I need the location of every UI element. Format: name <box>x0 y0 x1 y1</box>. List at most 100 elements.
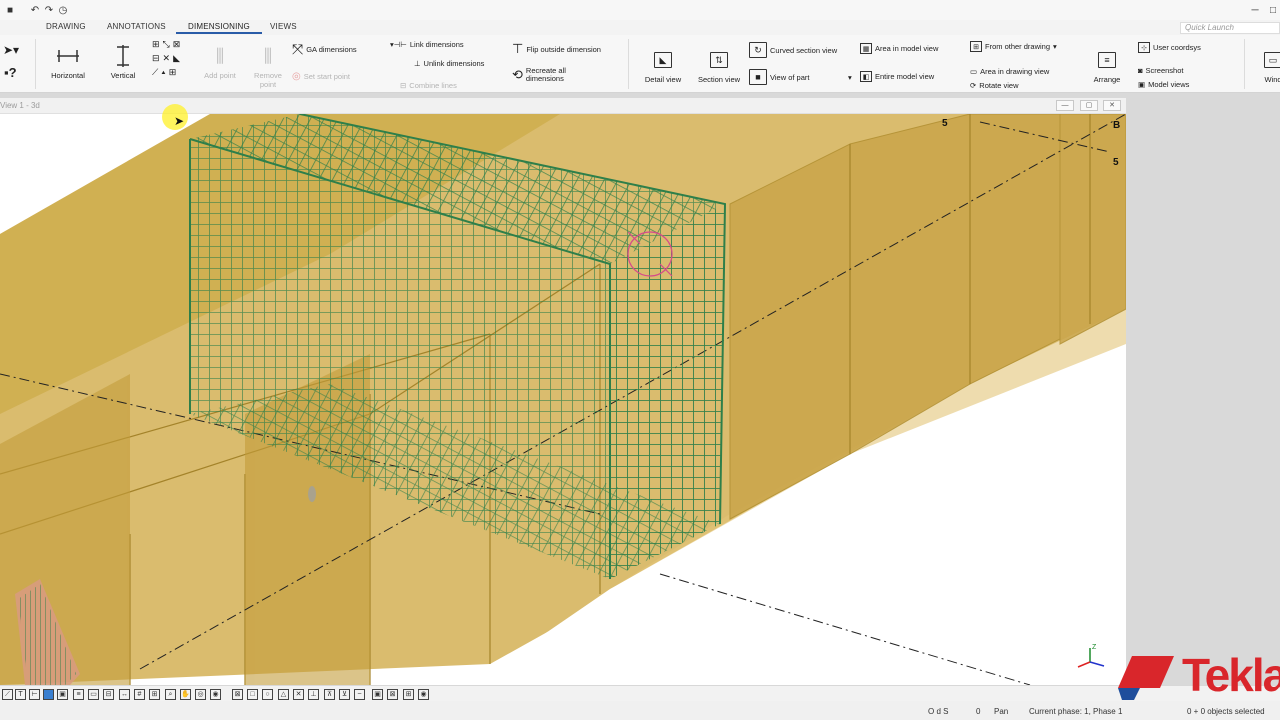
rotate-view-label: Rotate view <box>979 81 1019 90</box>
model-views-icon: ▣ <box>1138 80 1146 89</box>
unlink-dimensions-button[interactable]: ⊥ Unlink dimensions <box>414 59 484 68</box>
status-phase: Current phase: 1, Phase 1 <box>1029 707 1123 716</box>
view-close-button[interactable]: ✕ <box>1103 100 1121 111</box>
user-coordsys-button[interactable]: ⊹ User coordsys <box>1138 42 1201 53</box>
visibility-eye-icon[interactable]: ◉ <box>418 689 429 700</box>
from-other-drawing-button[interactable]: ⊞ From other drawing ▾ <box>970 41 1057 52</box>
dimension-tools-row-2[interactable]: ⊟✕◣ <box>152 53 183 64</box>
undo-icon[interactable]: ↶ <box>28 3 42 17</box>
combine-lines-button[interactable]: ⊟ Combine lines <box>400 81 457 90</box>
entire-model-view-label: Entire model view <box>875 72 935 81</box>
history-icon[interactable]: ◷ <box>56 3 70 17</box>
add-point-button[interactable]: ⫼ Add point <box>199 41 241 81</box>
quick-launch-input[interactable]: Quick Launch <box>1180 22 1280 34</box>
area-drawing-icon: ▭ <box>970 67 978 76</box>
rotate-view-button[interactable]: ⟳ Rotate view <box>970 81 1018 90</box>
horizontal-measure-icon[interactable]: ↔ <box>119 689 130 700</box>
vertical-button[interactable]: Vertical <box>106 41 140 80</box>
chevron-down-icon: ▾ <box>1053 42 1057 51</box>
text-tool-icon[interactable]: T <box>15 689 26 700</box>
entire-model-view-button[interactable]: ◧ Entire model view <box>860 71 934 82</box>
area-in-model-view-button[interactable]: ▦ Area in model view <box>860 43 938 54</box>
link-dimensions-button[interactable]: ▾⊣⊢ Link dimensions <box>390 40 464 49</box>
snap-line-icon[interactable]: ⊼ <box>324 689 335 700</box>
view-of-part-button[interactable]: ■ View of part <box>749 69 809 85</box>
snap-reference-icon[interactable]: ⊠ <box>232 689 243 700</box>
windows-icon: ▭ <box>1264 45 1280 75</box>
remove-point-button[interactable]: ⫼ Remove point <box>250 41 286 90</box>
area-in-drawing-view-button[interactable]: ▭ Area in drawing view <box>970 67 1049 76</box>
drawing-view-3d[interactable]: 5 B 5 Z <box>0 114 1126 685</box>
snap-part-icon[interactable]: ⊠ <box>387 689 398 700</box>
vertical-label: Vertical <box>110 71 136 80</box>
select-tool-icon[interactable]: ➤▾ <box>3 43 19 57</box>
snap-intersection-icon[interactable]: ✕ <box>293 689 304 700</box>
tab-annotations[interactable]: ANNOTATIONS <box>107 22 166 31</box>
snap-grid-icon[interactable]: ⊞ <box>403 689 414 700</box>
screenshot-button[interactable]: ◙ Screenshot <box>1138 66 1183 75</box>
user-coordsys-label: User coordsys <box>1153 43 1201 52</box>
view-restore-button[interactable]: ▢ <box>1080 100 1098 111</box>
fill-tool-icon[interactable] <box>43 689 54 700</box>
dimension-tools-row-3[interactable]: ⟋▴⊞ <box>152 67 179 78</box>
redo-icon[interactable]: ↷ <box>42 3 56 17</box>
tekla-logo: Tekla <box>1118 649 1280 702</box>
entire-model-icon: ◧ <box>860 71 872 82</box>
svg-text:Z: Z <box>1092 644 1097 651</box>
maximize-button[interactable]: □ <box>1266 3 1280 17</box>
ga-dimensions-button[interactable]: ⤧ GA dimensions <box>292 41 357 58</box>
curved-section-view-label: Curved section view <box>770 45 838 55</box>
snap-plane-icon[interactable]: ▣ <box>372 689 383 700</box>
other-drawing-icon: ⊞ <box>970 41 982 52</box>
help-icon[interactable]: ▪? <box>4 65 17 80</box>
snap-center-icon[interactable]: ○ <box>262 689 273 700</box>
tab-dimensioning[interactable]: DIMENSIONING <box>176 22 262 34</box>
window-tool-icon[interactable]: ▭ <box>88 689 99 700</box>
area-in-drawing-view-label: Area in drawing view <box>980 67 1050 76</box>
snap-triangle-icon[interactable]: △ <box>278 689 289 700</box>
dimension-tools-row-1[interactable]: ⊞⤡⊠ <box>152 39 183 50</box>
model-views-button[interactable]: ▣ Model views <box>1138 80 1189 89</box>
ortho-snap-icon[interactable]: ⊞ <box>149 689 160 700</box>
minimize-button[interactable]: ─ <box>1248 3 1262 17</box>
horizontal-button[interactable]: Horizontal <box>48 41 88 80</box>
tab-views[interactable]: VIEWS <box>270 22 297 31</box>
section-view-icon: ⇅ <box>710 45 728 75</box>
detail-view-label: Detail view <box>644 75 682 84</box>
dimension-tool-icon[interactable]: ⊢ <box>29 689 40 700</box>
ga-dimensions-icon: ⤧ <box>292 41 304 57</box>
measure-tool-icon[interactable]: ⊟ <box>103 689 114 700</box>
snap-perpendicular-icon[interactable]: ⊥ <box>308 689 319 700</box>
section-view-button[interactable]: ⇅ Section view <box>694 45 744 84</box>
grid-snap-icon[interactable]: # <box>134 689 145 700</box>
combine-lines-label: Combine lines <box>409 81 457 90</box>
snap-midpoint-icon[interactable]: ◎ <box>195 689 206 700</box>
arrange-button[interactable]: ≡ Arrange <box>1088 45 1126 84</box>
tab-drawing[interactable]: DRAWING <box>46 22 86 31</box>
view-minimize-button[interactable]: — <box>1056 100 1074 111</box>
horizontal-label: Horizontal <box>51 71 85 80</box>
flip-outside-dimension-button[interactable]: ⊤ Flip outside dimension <box>512 41 601 57</box>
snap-extension-icon[interactable]: ⊻ <box>339 689 350 700</box>
line-tool-icon[interactable]: ⟋ <box>2 689 13 700</box>
dropdown-arrow-icon[interactable]: ▾ <box>848 73 852 82</box>
windows-button[interactable]: ▭ Wind <box>1258 45 1280 84</box>
unlink-dimensions-icon: ⊥ <box>414 59 421 68</box>
grid-label-5-right: 5 <box>1113 157 1119 168</box>
snap-free-icon[interactable]: ~ <box>354 689 365 700</box>
horizontal-dimension-icon <box>55 41 81 71</box>
zoom-icon[interactable]: ⌕ <box>165 689 176 700</box>
screenshot-icon: ◙ <box>1138 66 1143 75</box>
pan-icon[interactable]: ✋ <box>180 689 191 700</box>
vertical-dimension-icon <box>113 41 133 71</box>
snap-geometry-icon[interactable]: □ <box>247 689 258 700</box>
recreate-all-dimensions-button[interactable]: ⟲ Recreate all dimensions <box>512 67 574 83</box>
set-start-point-button[interactable]: ◎ Set start point <box>292 71 350 82</box>
view-visibility-icon[interactable]: ◉ <box>210 689 221 700</box>
separator <box>628 39 629 89</box>
detail-view-button[interactable]: ◣ Detail view <box>641 45 685 84</box>
stack-tool-icon[interactable]: ≡ <box>73 689 84 700</box>
frame-tool-icon[interactable]: ▣ <box>57 689 68 700</box>
save-icon[interactable]: ■ <box>3 3 17 17</box>
curved-section-view-button[interactable]: ↻ Curved section view <box>749 42 837 58</box>
